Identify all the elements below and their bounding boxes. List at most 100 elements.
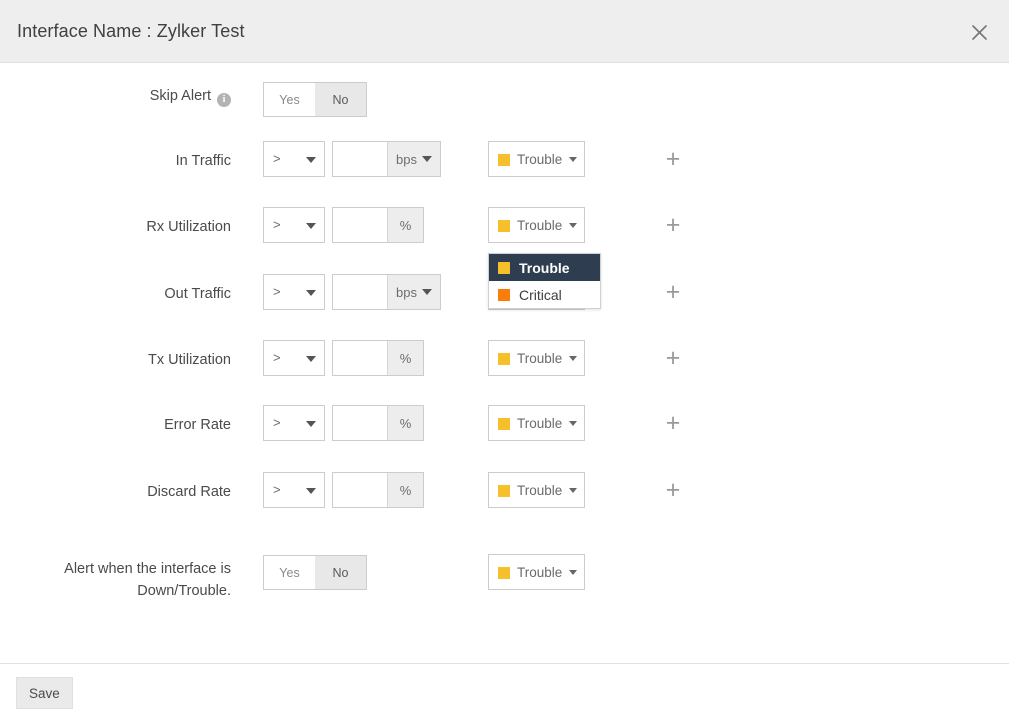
severity-select-rx-utilization[interactable]: Trouble bbox=[488, 207, 585, 243]
down-trouble-toggle-yes[interactable]: Yes bbox=[264, 556, 315, 589]
form-row-tx-utilization: Tx Utilization > % Trouble + bbox=[0, 351, 1009, 391]
down-trouble-toggle-no[interactable]: No bbox=[315, 556, 366, 589]
dialog-footer: Save bbox=[0, 663, 1009, 720]
threshold-value-group-discard-rate: % bbox=[332, 472, 424, 508]
add-threshold-button-out-traffic[interactable]: + bbox=[661, 274, 685, 310]
severity-color-swatch bbox=[498, 220, 510, 232]
unit-select-in-traffic[interactable]: bps bbox=[387, 142, 440, 176]
form-row-in-traffic: In Traffic > bps Trouble + bbox=[0, 152, 1009, 192]
close-icon[interactable] bbox=[961, 14, 997, 50]
severity-label: Trouble bbox=[517, 565, 562, 580]
skip-alert-toggle-no[interactable]: No bbox=[315, 83, 366, 116]
severity-select-discard-rate[interactable]: Trouble bbox=[488, 472, 585, 508]
unit-label-tx-utilization: % bbox=[387, 341, 423, 375]
down-trouble-label-line1: Alert when the interface is bbox=[0, 558, 231, 580]
form-row-down-trouble: Alert when the interface is Down/Trouble… bbox=[0, 558, 1009, 614]
unit-select-out-traffic[interactable]: bps bbox=[387, 275, 440, 309]
skip-alert-label-text: Skip Alert bbox=[150, 88, 211, 104]
operator-select-error-rate[interactable]: > bbox=[263, 405, 325, 441]
severity-dropdown-menu[interactable]: Trouble Critical bbox=[488, 253, 601, 309]
severity-label: Trouble bbox=[517, 416, 562, 431]
chevron-down-icon bbox=[306, 356, 316, 362]
operator-value: > bbox=[273, 284, 281, 299]
operator-value: > bbox=[273, 217, 281, 232]
chevron-down-icon bbox=[569, 570, 577, 575]
threshold-value-input-in-traffic[interactable] bbox=[333, 142, 387, 176]
add-threshold-button-in-traffic[interactable]: + bbox=[661, 141, 685, 177]
threshold-value-group-in-traffic: bps bbox=[332, 141, 441, 177]
severity-label: Trouble bbox=[517, 351, 562, 366]
unit-label-rx-utilization: % bbox=[387, 208, 423, 242]
chevron-down-icon bbox=[306, 290, 316, 296]
chevron-down-icon bbox=[569, 356, 577, 361]
unit-label: bps bbox=[396, 285, 417, 300]
severity-select-in-traffic[interactable]: Trouble bbox=[488, 141, 585, 177]
chevron-down-icon bbox=[306, 488, 316, 494]
down-trouble-toggle[interactable]: Yes No bbox=[263, 555, 367, 590]
severity-color-swatch bbox=[498, 418, 510, 430]
unit-label: bps bbox=[396, 152, 417, 167]
chevron-down-icon bbox=[306, 223, 316, 229]
chevron-down-icon bbox=[569, 223, 577, 228]
down-trouble-label: Alert when the interface is Down/Trouble… bbox=[0, 558, 231, 602]
severity-color-swatch bbox=[498, 154, 510, 166]
severity-menu-item-label: Critical bbox=[519, 287, 562, 303]
skip-alert-toggle-yes[interactable]: Yes bbox=[264, 83, 315, 116]
add-threshold-button-rx-utilization[interactable]: + bbox=[661, 207, 685, 243]
severity-select-error-rate[interactable]: Trouble bbox=[488, 405, 585, 441]
severity-color-swatch bbox=[498, 353, 510, 365]
severity-label: Trouble bbox=[517, 483, 562, 498]
chevron-down-icon bbox=[306, 157, 316, 163]
threshold-value-group-rx-utilization: % bbox=[332, 207, 424, 243]
save-button[interactable]: Save bbox=[16, 677, 73, 709]
dialog-body: Skip Alerti Yes No In Traffic > bps bbox=[0, 64, 1009, 663]
dialog-header: Interface Name : Zylker Test bbox=[0, 0, 1009, 63]
chevron-down-icon bbox=[569, 421, 577, 426]
threshold-value-group-out-traffic: bps bbox=[332, 274, 441, 310]
chevron-down-icon bbox=[569, 488, 577, 493]
chevron-down-icon bbox=[306, 421, 316, 427]
skip-alert-toggle[interactable]: Yes No bbox=[263, 82, 367, 117]
skip-alert-label: Skip Alert i bbox=[0, 87, 231, 107]
close-glyph bbox=[971, 24, 988, 41]
row-label-discard-rate: Discard Rate bbox=[0, 483, 231, 502]
threshold-value-input-error-rate[interactable] bbox=[333, 406, 387, 440]
add-threshold-button-tx-utilization[interactable]: + bbox=[661, 340, 685, 376]
form-row-discard-rate: Discard Rate > % Trouble + bbox=[0, 483, 1009, 523]
operator-select-out-traffic[interactable]: > bbox=[263, 274, 325, 310]
operator-value: > bbox=[273, 415, 281, 430]
severity-menu-item-critical[interactable]: Critical bbox=[489, 281, 600, 308]
severity-select-down-trouble[interactable]: Trouble bbox=[488, 554, 585, 590]
interface-threshold-dialog: Interface Name : Zylker Test Skip Alert i… bbox=[0, 0, 1009, 720]
operator-select-rx-utilization[interactable]: > bbox=[263, 207, 325, 243]
threshold-value-group-tx-utilization: % bbox=[332, 340, 424, 376]
page-title: Interface Name : Zylker Test bbox=[17, 21, 245, 42]
operator-value: > bbox=[273, 482, 281, 497]
threshold-value-input-discard-rate[interactable] bbox=[333, 473, 387, 507]
operator-value: > bbox=[273, 350, 281, 365]
chevron-down-icon bbox=[422, 156, 432, 162]
add-threshold-button-error-rate[interactable]: + bbox=[661, 405, 685, 441]
threshold-value-input-rx-utilization[interactable] bbox=[333, 208, 387, 242]
form-row-rx-utilization: Rx Utilization > % Trouble + bbox=[0, 218, 1009, 258]
severity-label: Trouble bbox=[517, 218, 562, 233]
operator-select-tx-utilization[interactable]: > bbox=[263, 340, 325, 376]
chevron-down-icon bbox=[422, 289, 432, 295]
down-trouble-label-line2: Down/Trouble. bbox=[0, 580, 231, 602]
threshold-value-input-out-traffic[interactable] bbox=[333, 275, 387, 309]
row-label-rx-utilization: Rx Utilization bbox=[0, 218, 231, 237]
severity-menu-item-trouble[interactable]: Trouble bbox=[489, 254, 600, 281]
severity-color-swatch bbox=[498, 567, 510, 579]
form-row-error-rate: Error Rate > % Trouble + bbox=[0, 416, 1009, 456]
severity-color-swatch bbox=[498, 262, 510, 274]
add-threshold-button-discard-rate[interactable]: + bbox=[661, 472, 685, 508]
operator-select-in-traffic[interactable]: > bbox=[263, 141, 325, 177]
chevron-down-icon bbox=[569, 157, 577, 162]
info-icon[interactable]: i bbox=[217, 93, 231, 107]
severity-select-tx-utilization[interactable]: Trouble bbox=[488, 340, 585, 376]
operator-select-discard-rate[interactable]: > bbox=[263, 472, 325, 508]
operator-value: > bbox=[273, 151, 281, 166]
row-label-error-rate: Error Rate bbox=[0, 416, 231, 435]
threshold-value-input-tx-utilization[interactable] bbox=[333, 341, 387, 375]
severity-color-swatch bbox=[498, 485, 510, 497]
